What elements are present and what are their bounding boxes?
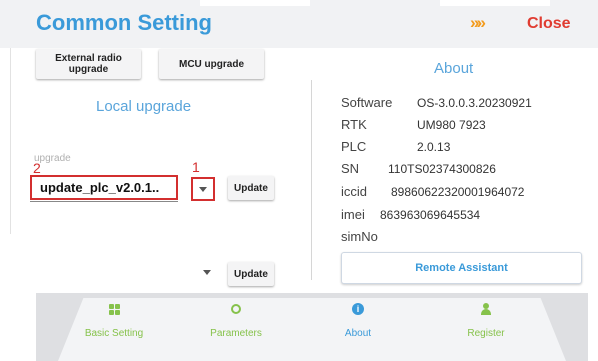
- nav-label-register: Register: [467, 328, 505, 339]
- info-value-plc: 2.0.13: [417, 140, 451, 154]
- about-heading: About: [434, 60, 474, 77]
- info-label-iccid: iccid: [341, 184, 368, 199]
- parameters-icon: [230, 303, 242, 315]
- nav-label-parameters: Parameters: [210, 328, 262, 339]
- nav-item-parameters[interactable]: Parameters: [196, 293, 276, 361]
- close-button[interactable]: Close: [527, 15, 571, 33]
- field-underline: [30, 201, 178, 202]
- user-icon: [480, 303, 492, 315]
- info-value-software: OS-3.0.0.3.20230921: [417, 96, 532, 110]
- file-dropdown-button[interactable]: [191, 177, 215, 201]
- upgrade-file-field[interactable]: update_plc_v2.0.1..: [30, 175, 178, 200]
- info-label-sn: SN: [341, 161, 360, 176]
- info-label-plc: PLC: [341, 139, 367, 154]
- section-divider: [311, 80, 312, 280]
- top-strip: [440, 0, 550, 6]
- nav-item-register[interactable]: Register: [446, 293, 526, 361]
- info-label-simno: simNo: [341, 229, 378, 244]
- info-value-rtk: UM980 7923: [417, 118, 486, 132]
- info-value-imei: 863963069645534: [380, 208, 481, 222]
- info-label-rtk: RTK: [341, 117, 367, 132]
- chevron-down-icon: [199, 186, 207, 192]
- nav-label-about: About: [344, 328, 372, 339]
- local-upgrade-heading: Local upgrade: [96, 98, 192, 115]
- expand-arrows-icon[interactable]: »»: [470, 13, 486, 33]
- page-title: Common Setting: [36, 10, 212, 35]
- info-label-imei: imei: [341, 207, 365, 222]
- second-update-button[interactable]: Update: [228, 262, 274, 286]
- bottom-nav: Basic Setting Parameters i About Registe…: [36, 293, 588, 361]
- external-radio-upgrade-button[interactable]: External radio upgrade: [36, 49, 141, 79]
- info-icon: i: [352, 303, 364, 315]
- annotation-marker-2: 2: [33, 160, 41, 176]
- info-value-sn: 110TS02374300826: [388, 162, 496, 176]
- info-value-iccid: 89860622320001964072: [391, 185, 525, 199]
- annotation-marker-1: 1: [192, 159, 200, 175]
- grid-icon: [108, 303, 120, 315]
- chevron-down-icon: [203, 269, 211, 275]
- remote-assistant-button[interactable]: Remote Assistant: [341, 252, 582, 284]
- info-label-software: Software: [341, 95, 393, 110]
- update-button[interactable]: Update: [228, 176, 274, 200]
- top-strip: [200, 0, 310, 6]
- second-dropdown-button[interactable]: [199, 266, 215, 278]
- nav-item-basic-setting[interactable]: Basic Setting: [74, 293, 154, 361]
- nav-item-about[interactable]: i About: [318, 293, 398, 361]
- left-divider: [10, 48, 11, 234]
- mcu-upgrade-button[interactable]: MCU upgrade: [159, 49, 264, 79]
- nav-label-basic-setting: Basic Setting: [84, 328, 144, 339]
